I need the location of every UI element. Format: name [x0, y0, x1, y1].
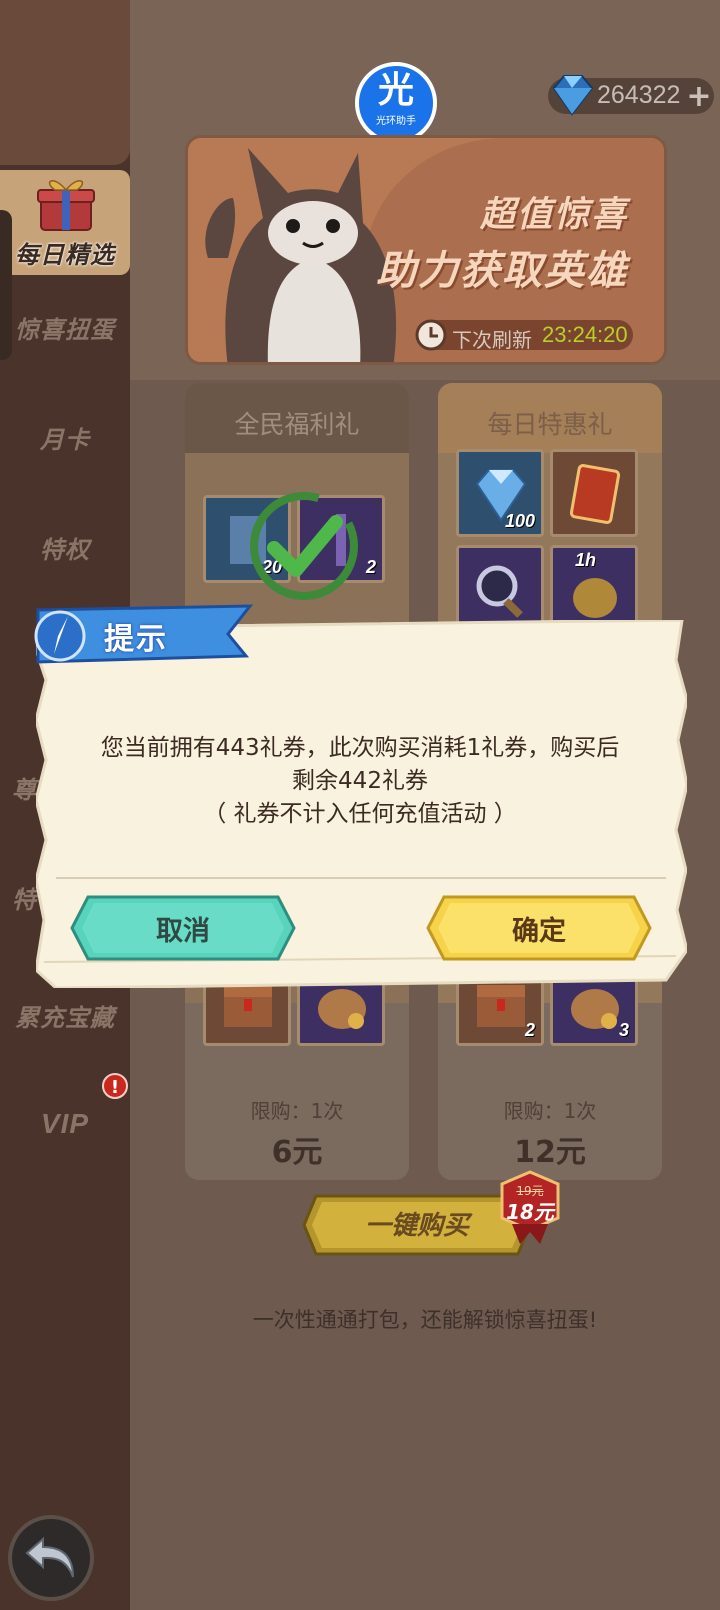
discount-price: 18元	[506, 1200, 554, 1224]
add-gems-plus-icon[interactable]: +	[686, 82, 712, 112]
sidebar-item-daily-picks[interactable]: 每日精选	[0, 235, 130, 270]
refresh-label: 下次刷新	[452, 328, 532, 352]
sidebar-item-cumulative-recharge[interactable]: 累充宝藏	[0, 998, 130, 1033]
confirm-label: 确定	[512, 916, 566, 947]
cancel-label: 取消	[156, 916, 210, 947]
item-count: 2	[365, 557, 376, 577]
card-title: 全民福利礼	[234, 410, 360, 439]
magnifier-icon	[476, 565, 523, 618]
dialog-message-line2: 剩余442礼券	[292, 768, 428, 794]
sidebar-item-surprise-gacha[interactable]: 惊喜扭蛋	[0, 310, 130, 345]
confirm-button[interactable]: 确定	[426, 893, 652, 963]
banner-title-line1: 超值惊喜	[479, 195, 628, 235]
dialog-title: 提示	[104, 622, 168, 657]
logo-text: 光环助手	[376, 116, 416, 127]
logo-mark: 光	[377, 70, 414, 111]
item-tile[interactable]: 100	[456, 449, 544, 537]
bundle-note: 一次性通通打包，还能解锁惊喜扭蛋!	[252, 1308, 598, 1332]
cancel-button[interactable]: 取消	[70, 893, 296, 963]
item-duration: 1h	[575, 550, 597, 570]
claimed-check-icon	[250, 492, 358, 600]
back-button[interactable]	[8, 1515, 94, 1601]
card-icon	[569, 464, 621, 524]
refresh-countdown: 23:24:20	[542, 322, 628, 347]
purchase-limit: 限购：1次	[503, 1099, 597, 1123]
promo-banner: 超值惊喜 助力获取英雄 下次刷新 23:24:20	[185, 135, 667, 365]
dialog-message-line3: （ 礼券不计入任何充值活动 ）	[203, 801, 517, 827]
sidebar-item-privilege[interactable]: 特权	[0, 530, 130, 565]
clock-icon	[415, 319, 447, 351]
vip-alert-badge: !	[102, 1073, 128, 1099]
price-button[interactable]: 6元	[185, 1127, 409, 1171]
item-count: 2	[524, 1020, 535, 1040]
sidebar-item-monthly-card[interactable]: 月卡	[0, 420, 130, 455]
game-shop-screen: 每日精选 惊喜扭蛋 月卡 特权 尊 特 累充宝藏 VIP ! 光 光环助手 26…	[0, 0, 720, 1610]
price-button[interactable]: 12元	[438, 1127, 662, 1171]
diamond-icon	[552, 75, 594, 116]
dialog-message-line1: 您当前拥有443礼券，此次购买消耗1礼券，购买后	[100, 735, 620, 761]
sidebar-item-vip[interactable]: VIP	[0, 1108, 130, 1140]
app-logo[interactable]: 光 光环助手	[355, 62, 437, 144]
dialog-message: 您当前拥有443礼券，此次购买消耗1礼券，购买后 剩余442礼券 （ 礼券不计入…	[70, 732, 650, 831]
gem-count: 264322	[597, 81, 681, 109]
gift-box-icon	[37, 180, 95, 231]
dialog-divider	[56, 877, 666, 879]
card-title: 每日特惠礼	[487, 410, 613, 439]
item-tile[interactable]	[550, 449, 638, 537]
item-count: 3	[618, 1020, 629, 1040]
sidebar-top-panel	[0, 0, 130, 165]
banner-title-line2: 助力获取英雄	[376, 248, 628, 294]
back-arrow-icon	[25, 1536, 74, 1578]
item-count: 100	[504, 511, 535, 531]
purchase-limit: 限购：1次	[250, 1099, 344, 1123]
